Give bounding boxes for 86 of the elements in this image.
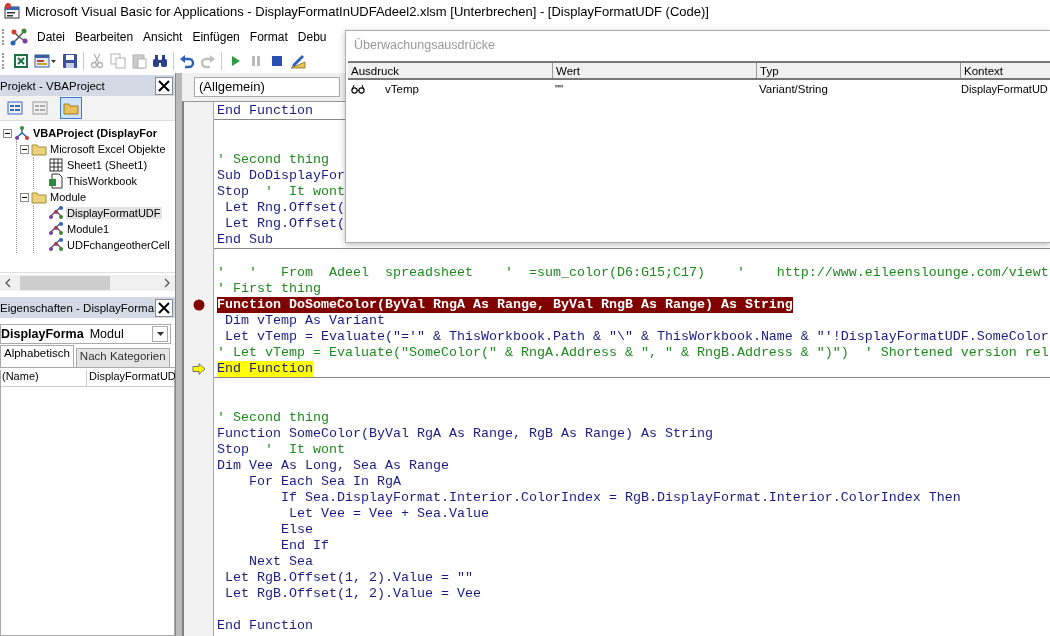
code-line: ' Let vTemp = Evaluate("SomeColor(" & RngA.Address & ", " & RngB.Address & ")") ' Shortened version rel — [217, 345, 1049, 361]
spreadsheet-icon[interactable] — [13, 53, 29, 69]
module-icon — [48, 221, 64, 237]
save-icon[interactable] — [62, 53, 78, 69]
tree-item[interactable]: Sheet1 (Sheet1) — [66, 159, 149, 171]
watch-expression: vTemp — [385, 83, 419, 95]
property-value[interactable]: DisplayFormatUD — [87, 370, 176, 386]
code-line: ' ' From Adeel spreadsheet ' =sum_color(D6:G15;C17) ' http://www.eileenslounge.com/viewt — [217, 265, 1049, 281]
code-line: End If — [280, 538, 329, 554]
arrow-icon — [191, 363, 206, 375]
column-header[interactable]: Ausdruck — [348, 63, 552, 78]
pane-title: Projekt - VBAProject — [0, 79, 105, 92]
code-line: Sub DoDisplayFor — [217, 168, 345, 184]
tree-item[interactable]: Microsoft Excel Objekte — [49, 143, 167, 155]
code-line: Let Rng.Offset( — [224, 216, 345, 232]
breakpoint-icon — [192, 299, 205, 311]
code-line: Let Rng.Offset( — [224, 200, 345, 216]
code-line: Else — [280, 522, 313, 538]
column-header[interactable]: Typ — [756, 63, 960, 78]
code-line: Dim Vee As Long, Sea As Range — [217, 458, 449, 474]
table-cell-text: "" — [554, 82, 565, 97]
menu-item[interactable]: Format — [244, 28, 293, 46]
view-code-icon[interactable] — [7, 100, 23, 116]
code-line: Let RgB.Offset(1, 2).Value = Vee — [224, 586, 481, 602]
code-line: Stop ' It wont — [217, 184, 345, 200]
code-line: If Sea.DisplayFormat.Interior.ColorIndex = RgB.DisplayFormat.Interior.ColorIndex Then — [280, 490, 961, 506]
tree-item[interactable]: VBAProject (DisplayFor — [32, 127, 159, 139]
sheet-icon — [48, 157, 64, 173]
tree-item[interactable]: Module — [49, 191, 88, 203]
collapse-icon[interactable] — [20, 192, 29, 202]
tab[interactable]: Alphabetisch — [0, 345, 74, 367]
code-line: Let Vee = Vee + Sea.Value — [287, 506, 489, 522]
table-cell-text: Variant/String — [758, 82, 829, 97]
tree-item[interactable]: DisplayFormatUDF — [66, 207, 162, 219]
module-icon — [48, 205, 64, 221]
menu-item[interactable]: Debu — [292, 28, 332, 46]
code-line: Next Sea — [248, 554, 313, 570]
code-line: Stop ' It wont — [217, 442, 345, 458]
tab[interactable]: Nach Kategorien — [75, 348, 170, 367]
panel-title: Überwachungsausdrücke — [353, 37, 497, 54]
menu-item[interactable]: Einfügen — [187, 28, 245, 46]
table-cell-text: DisplayFormatUD — [960, 82, 1049, 97]
code-line: End Function — [217, 103, 313, 119]
folder-icon — [31, 141, 47, 157]
close-icon[interactable] — [155, 76, 173, 95]
binoculars-icon[interactable] — [152, 53, 168, 69]
tree-item[interactable]: Module1 — [66, 223, 111, 235]
scrollbar-thumb[interactable] — [20, 276, 110, 290]
code-line: End Sub — [217, 232, 273, 248]
app-icon — [4, 3, 20, 19]
tree-item[interactable]: ThisWorkbook — [66, 175, 139, 187]
column-header[interactable]: Wert — [552, 63, 756, 78]
code-line: End Function — [217, 618, 313, 634]
stop-icon[interactable] — [269, 53, 285, 69]
object-dropdown[interactable]: (Allgemein) — [194, 77, 340, 97]
form-icon[interactable] — [34, 53, 50, 69]
vba-icon[interactable] — [10, 28, 28, 46]
code-line: Let RgB.Offset(1, 2).Value = "" — [224, 570, 473, 586]
property-name: (Name) — [1, 370, 87, 386]
tree-item[interactable]: UDFchangeotherCell — [66, 239, 171, 251]
menu-item[interactable]: Ansicht — [138, 28, 188, 46]
undo-icon[interactable] — [179, 53, 195, 69]
close-icon[interactable] — [155, 298, 173, 317]
collapse-icon[interactable] — [3, 128, 12, 138]
folder-icon — [31, 189, 47, 205]
code-line: Let vTemp = Evaluate("='" & ThisWorkbook.Path & "\" & ThisWorkbook.Name & "'!DisplayFormatUDF.SomeColor — [224, 329, 1049, 345]
code-line: Dim vTemp As Variant — [224, 313, 385, 329]
module-icon — [48, 237, 64, 253]
pane-title: Eigenschaften - DisplayForma — [0, 301, 155, 314]
glasses-icon — [351, 84, 365, 94]
code-line: ' Second thing — [217, 152, 329, 168]
collapse-icon[interactable] — [20, 144, 29, 154]
code-line: ' First thing — [217, 281, 321, 297]
horizontal-scrollbar[interactable] — [0, 275, 175, 291]
workbook-icon — [48, 173, 64, 189]
code-line: Function SomeColor(ByVal RgA As Range, RgB As Range) As String — [217, 426, 713, 442]
project-icon — [14, 125, 30, 141]
menu-item[interactable]: Bearbeiten — [70, 28, 139, 46]
code-line: For Each Sea In RgA — [248, 474, 401, 490]
caret-icon[interactable] — [156, 332, 164, 336]
window-title: Microsoft Visual Basic for Applications - DisplayFormatInUDFAdeel2.xlsm [Unterbrechen] - [DisplayFormatUDF (Code)] — [25, 3, 709, 19]
code-line: ' Second thing — [217, 410, 329, 426]
ruler-pencil-icon[interactable] — [290, 53, 306, 69]
object-dropdown[interactable]: DisplayForma Modul — [0, 324, 171, 344]
column-header[interactable]: Kontext — [960, 63, 1050, 78]
menu-item[interactable]: Datei — [32, 28, 70, 46]
